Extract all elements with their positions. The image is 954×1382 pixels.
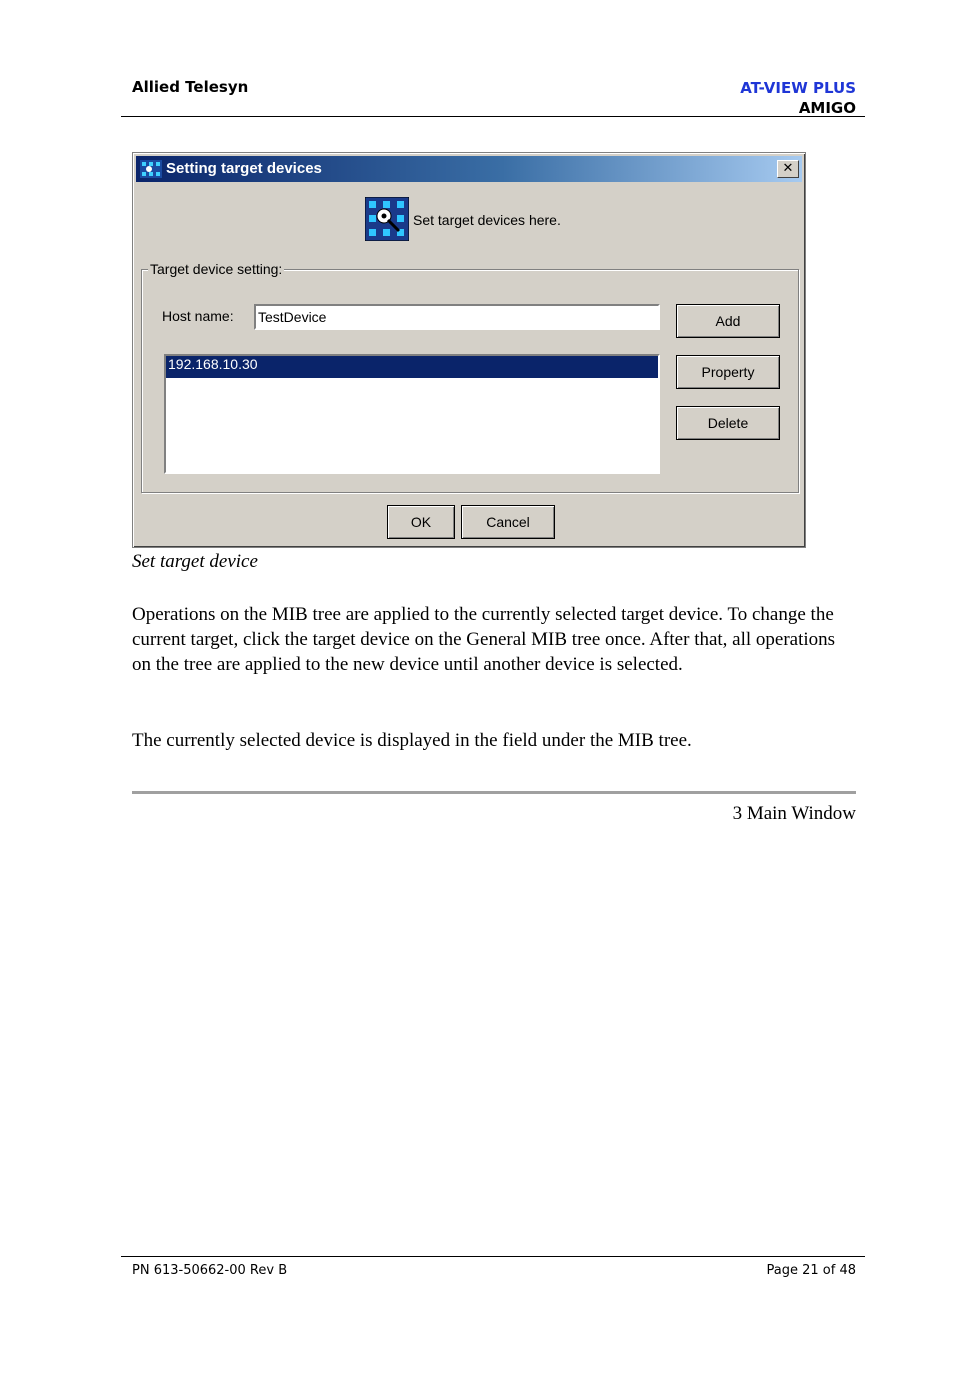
dialog-banner-text: Set target devices here. xyxy=(413,212,561,228)
host-name-input[interactable] xyxy=(254,304,660,330)
paragraph-selected-device: The currently selected device is display… xyxy=(132,730,692,751)
network-devices-icon xyxy=(140,160,162,178)
setting-target-devices-dialog: Setting target devices ✕ Set target devi… xyxy=(132,152,806,548)
section-label: 3 Main Window xyxy=(732,803,856,824)
target-device-setting-group: Target device setting: Host name: 192.16… xyxy=(141,261,799,493)
header-product-block: AT-VIEW PLUS AMIGO xyxy=(740,78,856,118)
dialog-title-bar[interactable]: Setting target devices ✕ xyxy=(136,156,802,182)
header-subproduct: AMIGO xyxy=(798,99,856,117)
target-devices-icon xyxy=(365,197,409,241)
ok-button[interactable]: OK xyxy=(387,505,455,539)
property-button[interactable]: Property xyxy=(676,355,780,389)
footer-page-number: Page 21 of 48 xyxy=(766,1263,856,1278)
paragraph-operations: Operations on the MIB tree are applied t… xyxy=(132,604,836,675)
header-company: Allied Telesyn xyxy=(132,78,249,96)
group-label: Target device setting: xyxy=(148,261,285,277)
header-product: AT-VIEW PLUS xyxy=(740,79,856,97)
host-name-label: Host name: xyxy=(162,308,234,324)
add-button[interactable]: Add xyxy=(676,304,780,338)
dialog-title: Setting target devices xyxy=(166,160,322,177)
header-divider xyxy=(121,116,865,117)
figure-caption: Set target device xyxy=(132,551,258,572)
delete-button[interactable]: Delete xyxy=(676,406,780,440)
section-divider xyxy=(132,791,856,794)
footer-divider xyxy=(121,1256,865,1257)
list-item[interactable]: 192.168.10.30 xyxy=(166,356,658,378)
cancel-button[interactable]: Cancel xyxy=(461,505,555,539)
target-device-list[interactable]: 192.168.10.30 xyxy=(164,354,660,474)
footer-part-number: PN 613-50662-00 Rev B xyxy=(132,1263,288,1278)
close-button[interactable]: ✕ xyxy=(777,160,799,178)
